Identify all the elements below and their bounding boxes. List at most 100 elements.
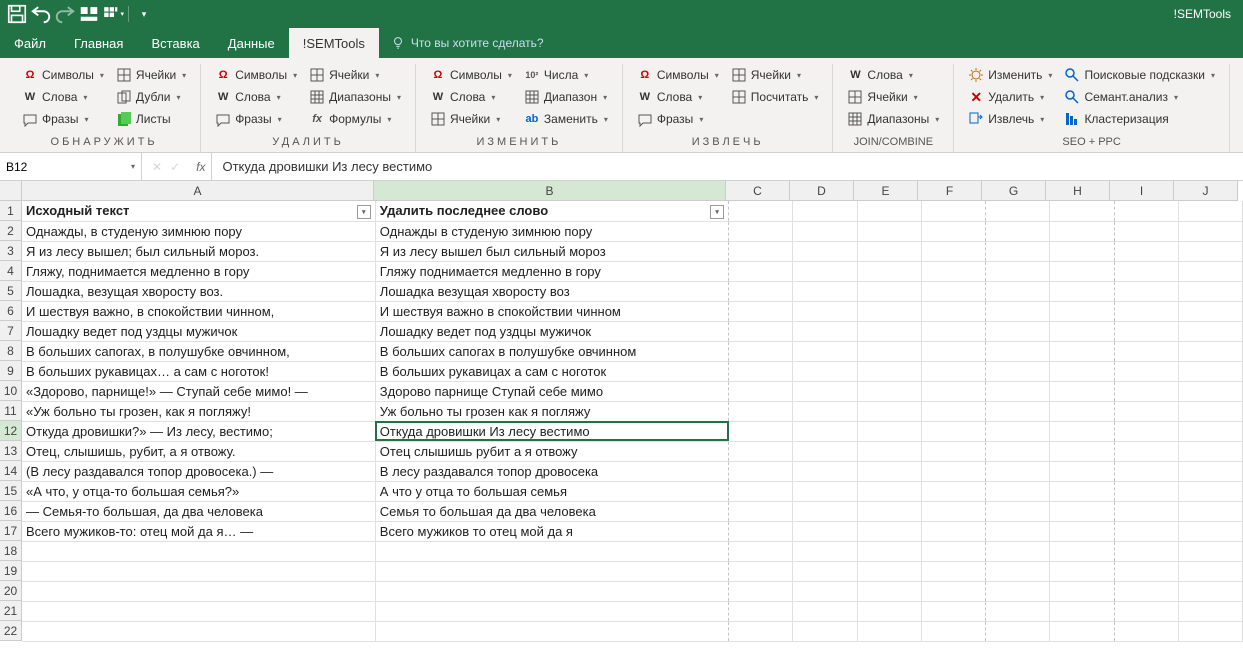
cell[interactable] — [1178, 561, 1242, 581]
cell[interactable] — [1114, 421, 1178, 441]
cell[interactable] — [921, 281, 985, 301]
row-header[interactable]: 17 — [0, 521, 22, 541]
detect-sheets-button[interactable]: Листы — [110, 108, 192, 130]
cell[interactable] — [857, 381, 921, 401]
change-cells-button[interactable]: Ячейки▾ — [424, 108, 518, 130]
delete-cells-button[interactable]: Ячейки▾ — [303, 64, 407, 86]
cell[interactable] — [793, 521, 857, 541]
cell[interactable] — [1050, 541, 1114, 561]
cell[interactable] — [986, 401, 1050, 421]
cell[interactable] — [921, 261, 985, 281]
cell[interactable] — [986, 461, 1050, 481]
cell[interactable]: В больших сапогах, в полушубке овчинном, — [22, 341, 375, 361]
change-words-button[interactable]: WСлова▾ — [424, 86, 518, 108]
cell[interactable]: Удалить последнее слово▾ — [375, 201, 728, 221]
cell[interactable] — [921, 401, 985, 421]
cell[interactable] — [857, 361, 921, 381]
cell[interactable]: (В лесу раздавался топор дровосека.) — — [22, 461, 375, 481]
cell[interactable] — [1114, 241, 1178, 261]
cell[interactable] — [729, 601, 793, 621]
cell[interactable] — [1050, 481, 1114, 501]
row-header[interactable]: 13 — [0, 441, 22, 461]
cell[interactable] — [986, 341, 1050, 361]
detect-cells-button[interactable]: Ячейки▾ — [110, 64, 192, 86]
cell[interactable] — [793, 441, 857, 461]
cell[interactable] — [793, 401, 857, 421]
cell[interactable] — [921, 301, 985, 321]
change-replace-button[interactable]: abЗаменить▾ — [518, 108, 614, 130]
join-words-button[interactable]: WСлова▾ — [841, 64, 945, 86]
cell[interactable] — [986, 201, 1050, 221]
cell[interactable] — [986, 421, 1050, 441]
cell[interactable] — [1114, 321, 1178, 341]
cell[interactable] — [1114, 541, 1178, 561]
row-header[interactable]: 21 — [0, 601, 22, 621]
undo-icon[interactable] — [30, 3, 52, 25]
cell[interactable]: Однажды в студеную зимнюю пору — [375, 221, 728, 241]
cell[interactable]: Гляжу поднимается медленно в гору — [375, 261, 728, 281]
cell[interactable] — [921, 461, 985, 481]
cell[interactable]: «Уж больно ты грозен, как я погляжу! — [22, 401, 375, 421]
cell[interactable] — [1114, 341, 1178, 361]
cell[interactable] — [986, 621, 1050, 641]
cell[interactable] — [857, 601, 921, 621]
cell[interactable] — [986, 361, 1050, 381]
cell[interactable] — [729, 321, 793, 341]
cell[interactable] — [1178, 201, 1242, 221]
cell[interactable] — [793, 261, 857, 281]
cell[interactable] — [1178, 461, 1242, 481]
cell[interactable] — [1178, 381, 1242, 401]
cell[interactable]: Лошадку ведет под уздцы мужичок — [375, 321, 728, 341]
extract-words-button[interactable]: WСлова▾ — [631, 86, 725, 108]
seo-cluster-button[interactable]: Кластеризация — [1058, 108, 1221, 130]
cell[interactable] — [921, 321, 985, 341]
cell[interactable] — [22, 601, 375, 621]
cell[interactable] — [729, 241, 793, 261]
cell[interactable] — [1114, 481, 1178, 501]
cell[interactable] — [1178, 481, 1242, 501]
cell[interactable] — [986, 301, 1050, 321]
cell[interactable] — [986, 481, 1050, 501]
cell[interactable] — [1050, 521, 1114, 541]
cell[interactable] — [1114, 301, 1178, 321]
cell[interactable] — [729, 301, 793, 321]
row-header[interactable]: 15 — [0, 481, 22, 501]
cell[interactable] — [729, 561, 793, 581]
detect-symbols-button[interactable]: ΩСимволы▾ — [16, 64, 110, 86]
cell[interactable] — [986, 541, 1050, 561]
cell[interactable] — [793, 481, 857, 501]
cell[interactable] — [793, 581, 857, 601]
cell[interactable] — [1114, 621, 1178, 641]
cell[interactable] — [793, 541, 857, 561]
seo-semant-button[interactable]: Семант.анализ▾ — [1058, 86, 1221, 108]
cell[interactable] — [793, 281, 857, 301]
cell[interactable] — [22, 581, 375, 601]
cell[interactable] — [986, 441, 1050, 461]
cell[interactable]: В лесу раздавался топор дровосека — [375, 461, 728, 481]
cell[interactable] — [857, 281, 921, 301]
cell[interactable] — [921, 201, 985, 221]
cell[interactable] — [1114, 581, 1178, 601]
cell[interactable] — [22, 561, 375, 581]
cell[interactable]: «А что, у отца-то большая семья?» — [22, 481, 375, 501]
cell[interactable] — [1050, 341, 1114, 361]
cell[interactable] — [375, 601, 728, 621]
tab-insert[interactable]: Вставка — [137, 28, 213, 58]
cell[interactable] — [1178, 441, 1242, 461]
cell[interactable]: А что у отца то большая семья — [375, 481, 728, 501]
redo-icon[interactable] — [54, 3, 76, 25]
cell[interactable] — [729, 361, 793, 381]
cell[interactable] — [921, 441, 985, 461]
cell[interactable] — [793, 601, 857, 621]
cell[interactable] — [729, 221, 793, 241]
cell[interactable] — [375, 561, 728, 581]
qat-icon-2[interactable]: ▾ — [102, 3, 124, 25]
cell[interactable] — [729, 501, 793, 521]
cell[interactable]: Я из лесу вышел был сильный мороз — [375, 241, 728, 261]
cell[interactable]: Всего мужиков то отец мой да я — [375, 521, 728, 541]
cell[interactable] — [729, 421, 793, 441]
change-numbers-button[interactable]: 10²Числа▾ — [518, 64, 614, 86]
cell[interactable] — [1114, 281, 1178, 301]
cell[interactable]: И шествуя важно в спокойствии чинном — [375, 301, 728, 321]
cell[interactable] — [857, 501, 921, 521]
